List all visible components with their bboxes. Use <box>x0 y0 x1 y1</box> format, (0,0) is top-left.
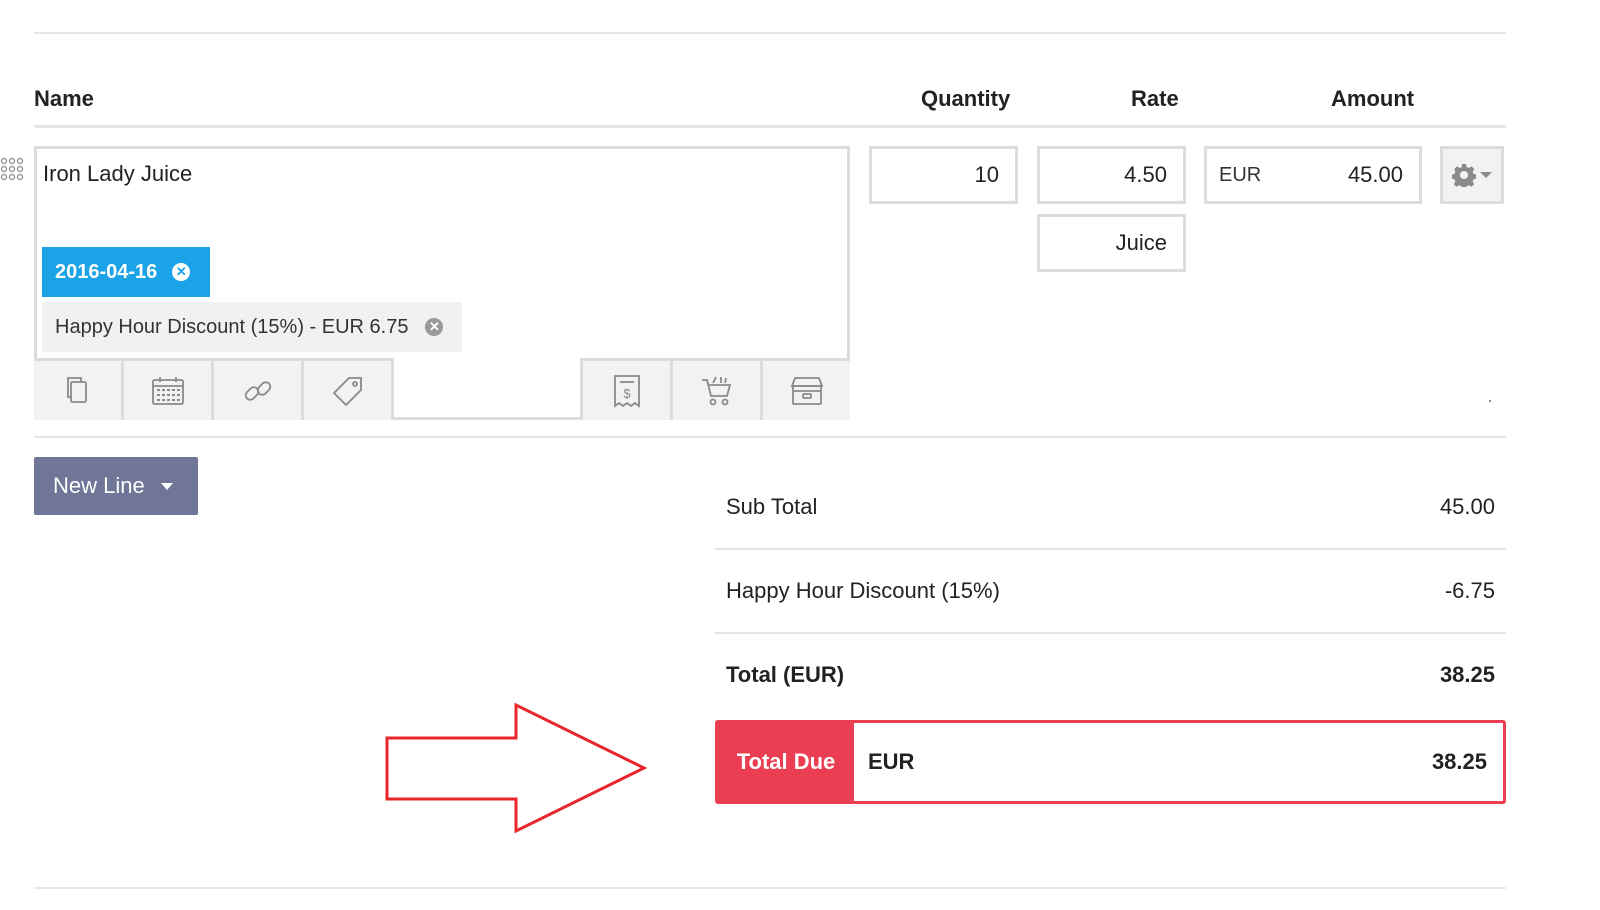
line-item-editor: Iron Lady Juice 2016-04-16 ✕ Happy Hour … <box>34 146 850 420</box>
cart-button[interactable] <box>670 358 760 420</box>
receipt-icon: $ <box>613 374 640 408</box>
date-tag-label: 2016-04-16 <box>55 260 158 283</box>
discount-label: Happy Hour Discount (15%) <box>726 578 1000 603</box>
stray-dot <box>1489 400 1491 402</box>
gear-icon <box>1451 164 1476 187</box>
column-header-quantity: Quantity <box>921 86 1011 111</box>
new-line-button[interactable]: New Line <box>34 457 198 515</box>
amount-value: 45.00 <box>1347 162 1403 187</box>
total-label: Total (EUR) <box>726 662 845 687</box>
chevron-down-icon <box>1479 172 1492 178</box>
total-due-currency: EUR <box>868 749 915 774</box>
copy-icon <box>66 376 87 403</box>
subtotal-divider <box>715 548 1506 550</box>
column-header-name: Name <box>34 86 94 111</box>
new-line-label: New Line <box>53 473 145 498</box>
discount-tag[interactable]: Happy Hour Discount (15%) - EUR 6.75 ✕ <box>42 302 462 352</box>
unit-input[interactable]: Juice <box>1037 214 1186 272</box>
total-value: 38.25 <box>1439 662 1495 687</box>
line-divider <box>34 436 1506 438</box>
annotation-arrow <box>385 702 648 834</box>
tag-icon <box>332 376 362 406</box>
column-header-amount: Amount <box>1331 86 1415 111</box>
calendar-icon <box>151 376 184 405</box>
archive-icon <box>790 376 823 405</box>
date-tag[interactable]: 2016-04-16 ✕ <box>42 247 210 297</box>
link-button[interactable] <box>214 358 304 420</box>
amount-currency: EUR <box>1219 163 1262 186</box>
total-due-value: 38.25 <box>1431 749 1487 774</box>
discount-value: -6.75 <box>1444 578 1495 603</box>
remove-discount-icon[interactable]: ✕ <box>425 318 444 336</box>
line-toolbar-left <box>34 358 394 420</box>
total-due-label: Total Due <box>718 723 854 801</box>
link-icon <box>244 380 271 401</box>
item-name-input[interactable]: Iron Lady Juice <box>43 161 192 187</box>
amount-field[interactable]: EUR 45.00 <box>1204 146 1422 204</box>
line-toolbar-right: $ <box>580 358 850 420</box>
subtotal-value: 45.00 <box>1439 494 1495 519</box>
bottom-divider <box>34 887 1506 889</box>
rate-input[interactable]: 4.50 <box>1037 146 1186 204</box>
svg-text:$: $ <box>623 386 631 401</box>
top-divider <box>34 32 1506 34</box>
archive-button[interactable] <box>760 358 850 420</box>
discount-tag-label: Happy Hour Discount (15%) - EUR 6.75 <box>55 315 409 338</box>
quantity-input[interactable]: 10 <box>869 146 1018 204</box>
header-divider <box>34 125 1506 128</box>
line-settings-button[interactable] <box>1440 146 1504 204</box>
column-header-rate: Rate <box>1131 86 1179 111</box>
total-due-body: EUR 38.25 <box>854 723 1503 801</box>
receipt-button[interactable]: $ <box>580 358 670 420</box>
tag-button[interactable] <box>304 358 394 420</box>
drag-handle-icon[interactable] <box>0 157 26 183</box>
cart-icon <box>701 376 731 405</box>
date-button[interactable] <box>124 358 214 420</box>
remove-date-icon[interactable]: ✕ <box>172 263 191 281</box>
total-due-box: Total Due EUR 38.25 <box>715 720 1506 804</box>
caret-down-icon <box>160 482 173 490</box>
discount-divider <box>715 632 1506 634</box>
subtotal-label: Sub Total <box>726 494 818 519</box>
copy-button[interactable] <box>34 358 124 420</box>
